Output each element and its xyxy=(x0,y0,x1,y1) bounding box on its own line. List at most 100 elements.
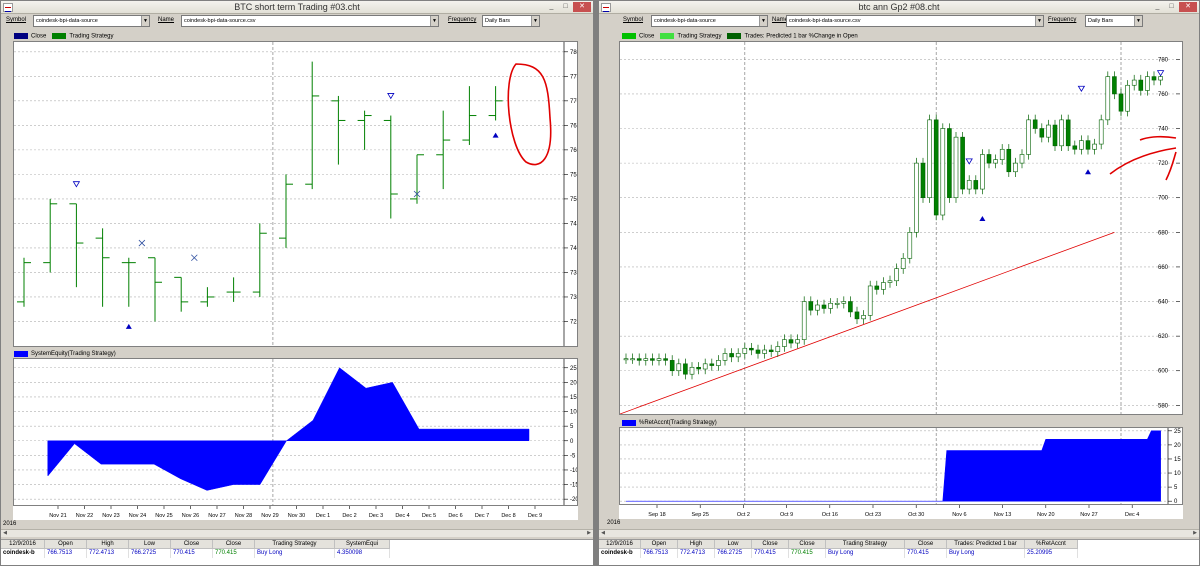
left-horizontal-scrollbar[interactable]: ◀ ▶ xyxy=(1,529,593,537)
y-tick-label: -20 xyxy=(570,497,577,503)
scroll-left-icon[interactable]: ◀ xyxy=(599,530,607,537)
candle-body xyxy=(980,154,985,190)
right-price-pane[interactable]: 780 760 740 720 700 680 660 640 620 600 580 xyxy=(619,41,1183,415)
left-price-pane[interactable]: 780 775 770 765 760 755 750 745 740 735 730 725 xyxy=(13,41,578,347)
y-tick-label: 0 xyxy=(570,439,574,445)
legend-label: Close xyxy=(31,33,47,40)
y-tick-label: 760 xyxy=(570,148,577,154)
candle-body xyxy=(1098,119,1104,145)
minimize-button[interactable]: _ xyxy=(1151,2,1164,12)
legend-item-close: Close xyxy=(14,33,46,40)
chevron-down-icon[interactable]: ▼ xyxy=(531,16,539,26)
sell-marker xyxy=(72,181,81,188)
candle-body xyxy=(953,136,959,199)
maximize-button[interactable]: □ xyxy=(1165,2,1178,12)
scroll-right-icon[interactable]: ▶ xyxy=(1191,530,1199,537)
y-tick-label: 5 xyxy=(1174,485,1178,491)
legend-item-trading-strategy: Trading Strategy xyxy=(52,33,113,40)
chevron-down-icon[interactable]: ▼ xyxy=(1134,16,1142,26)
y-tick-label: 640 xyxy=(1158,300,1169,306)
scroll-left-icon[interactable]: ◀ xyxy=(1,530,9,537)
chevron-down-icon[interactable]: ▼ xyxy=(759,16,767,26)
frequency-label: Frequency xyxy=(448,17,477,23)
right-year-label: 2016 xyxy=(607,520,621,526)
chevron-down-icon[interactable]: ▼ xyxy=(430,16,438,26)
candle-body xyxy=(828,302,833,309)
x-tick-label: Oct 23 xyxy=(865,512,881,518)
candle-body xyxy=(960,136,965,190)
candle-body xyxy=(907,232,913,259)
symbol-value: coindesk-bpi-data-source xyxy=(36,18,98,24)
frequency-dropdown[interactable]: Daily Bars ▼ xyxy=(482,15,540,27)
buy-marker xyxy=(492,132,499,138)
right-title-bar[interactable]: btc ann Gp2 #08.cht _ □ ✕ xyxy=(599,1,1199,14)
legend-swatch-trades xyxy=(727,33,742,40)
right-price-chart: 780 760 740 720 700 680 660 640 620 600 580 xyxy=(620,42,1180,414)
scroll-right-icon[interactable]: ▶ xyxy=(585,530,593,537)
table-header-cell: High xyxy=(87,540,129,549)
y-tick-label: 620 xyxy=(1158,334,1169,340)
table-header-cell: 12/9/2016 xyxy=(599,540,641,549)
symbol-label: Symbol xyxy=(623,17,644,23)
sell-marker xyxy=(1156,70,1165,77)
frequency-value: Daily Bars xyxy=(1088,18,1114,24)
cross-marker xyxy=(138,239,146,247)
symbol-label: Symbol xyxy=(6,17,27,23)
right-window-title: btc ann Gp2 #08.cht xyxy=(858,2,940,12)
table-header-row: 12/9/2016 Open High Low Close Close Trading St… xyxy=(599,540,1199,549)
y-tick-label: 20 xyxy=(570,380,577,386)
table-cell: 770.415 xyxy=(171,549,213,558)
y-tick-label: 730 xyxy=(570,295,577,301)
candle-body xyxy=(650,358,655,361)
candle-body xyxy=(1131,79,1137,86)
candle-body xyxy=(1006,148,1012,173)
candle-body xyxy=(1112,76,1117,95)
left-equity-pane[interactable]: 25 20 15 10 5 0 -5 -10 -15 -20 xyxy=(13,358,578,506)
close-button[interactable]: ✕ xyxy=(573,2,591,12)
table-cell: 4.350098 xyxy=(335,549,390,558)
y-tick-label: 5 xyxy=(570,424,574,430)
right-data-table: 12/9/2016 Open High Low Close Close Trading St… xyxy=(599,539,1199,565)
candle-body xyxy=(709,363,715,366)
legend-label: Trades: Predicted 1 bar %Change in Open xyxy=(744,33,858,40)
x-tick-label: Dec 8 xyxy=(501,513,515,519)
frequency-dropdown[interactable]: Daily Bars ▼ xyxy=(1085,15,1143,27)
name-dropdown[interactable]: coindesk-bpi-data-source.csv ▼ xyxy=(181,15,439,27)
chevron-down-icon[interactable]: ▼ xyxy=(141,16,149,26)
right-horizontal-scrollbar[interactable]: ◀ ▶ xyxy=(599,529,1199,537)
sell-marker xyxy=(387,93,395,100)
x-tick-label: Oct 30 xyxy=(908,512,924,518)
symbol-dropdown[interactable]: coindesk-bpi-data-source ▼ xyxy=(651,15,768,27)
chevron-down-icon[interactable]: ▼ xyxy=(1035,16,1043,26)
name-value: coindesk-bpi-data-source.csv xyxy=(184,18,256,24)
candle-body xyxy=(834,302,840,305)
table-header-cell: High xyxy=(678,540,715,549)
candle-body xyxy=(1032,119,1038,129)
right-ret-pane[interactable]: 25 20 15 10 5 0 xyxy=(619,427,1183,505)
y-tick-label: 720 xyxy=(1158,161,1169,167)
y-tick-label: 660 xyxy=(1158,265,1169,271)
candle-body xyxy=(1105,76,1111,121)
x-tick-label: Oct 9 xyxy=(780,512,793,518)
table-header-cell: %RetAccnt xyxy=(1025,540,1078,549)
y-tick-label: 770 xyxy=(570,99,577,105)
table-cell: 766.2725 xyxy=(129,549,171,558)
left-symbol-toolbar: Symbol coindesk-bpi-data-source ▼ Name co… xyxy=(1,14,593,30)
name-dropdown[interactable]: coindesk-bpi-data-source.csv ▼ xyxy=(786,15,1044,27)
right-ret-chart: 25 20 15 10 5 0 xyxy=(620,428,1181,504)
candle-body xyxy=(683,363,688,375)
symbol-dropdown[interactable]: coindesk-bpi-data-source ▼ xyxy=(33,15,150,27)
candle-body xyxy=(1046,124,1051,138)
minimize-button[interactable]: _ xyxy=(545,2,558,12)
candle-body xyxy=(848,301,853,313)
y-tick-label: 15 xyxy=(1174,457,1181,463)
y-tick-label: 600 xyxy=(1158,369,1169,375)
candle-body xyxy=(1151,76,1157,81)
right-upper-legend: Close Trading Strategy Trades: Predicted… xyxy=(619,32,858,41)
left-title-bar[interactable]: BTC short term Trading #03.cht _ □ ✕ xyxy=(1,1,593,14)
x-tick-label: Oct 16 xyxy=(822,512,838,518)
legend-swatch-strategy xyxy=(52,33,67,40)
maximize-button[interactable]: □ xyxy=(559,2,572,12)
y-tick-label: 580 xyxy=(1158,403,1169,409)
close-button[interactable]: ✕ xyxy=(1179,2,1197,12)
